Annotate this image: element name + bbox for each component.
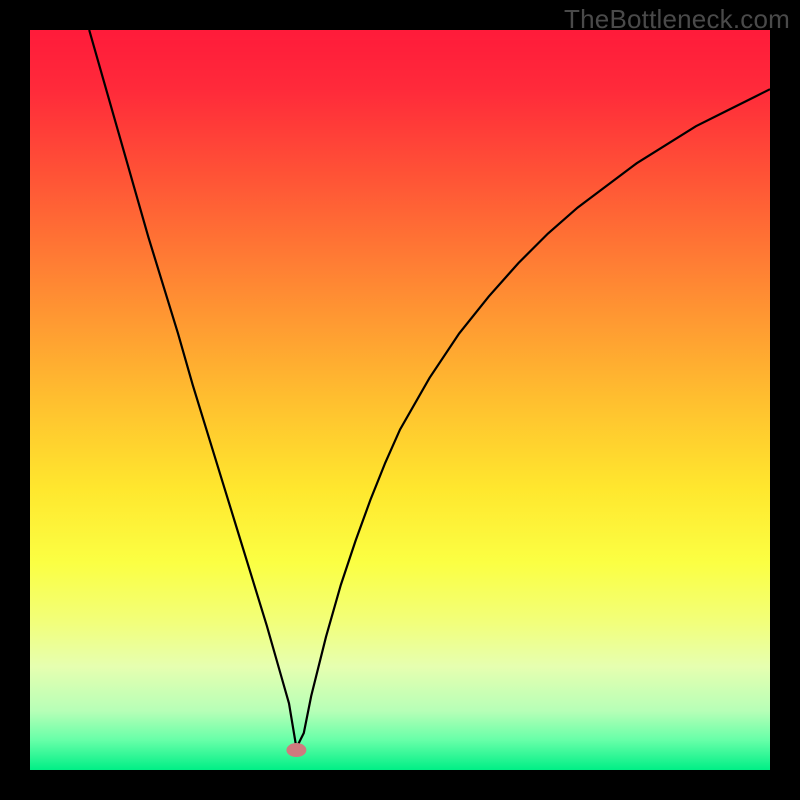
minimum-marker [286, 743, 306, 757]
gradient-background [30, 30, 770, 770]
chart-frame: TheBottleneck.com [0, 0, 800, 800]
plot-svg [30, 30, 770, 770]
watermark-text: TheBottleneck.com [564, 4, 790, 35]
plot-area [30, 30, 770, 770]
